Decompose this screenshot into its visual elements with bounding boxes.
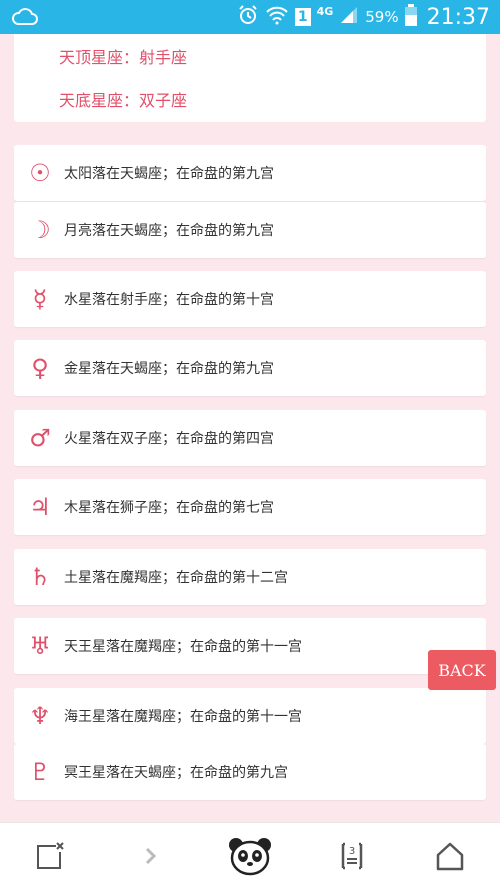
back-button[interactable]: BACK — [428, 650, 496, 690]
status-bar: 1 4G 59% 21:37 — [0, 0, 500, 34]
angles-card: 天顶星座：射手座 天底星座：双子座 — [14, 34, 486, 122]
planet-text: 冥王星落在天蝎座；在命盘的第九宫 — [64, 765, 288, 781]
planet-text: 火星落在双子座；在命盘的第四宫 — [64, 431, 274, 447]
close-page-icon[interactable] — [30, 823, 70, 889]
planet-row-saturn[interactable]: ♄ 土星落在魔羯座；在命盘的第十二宫 — [14, 549, 486, 605]
mercury-icon: ☿ — [32, 285, 48, 313]
planet-row-mercury[interactable]: ☿ 水星落在射手座；在命盘的第十宫 — [14, 271, 486, 327]
mars-icon: ♂ — [29, 424, 51, 452]
panda-home-icon[interactable] — [225, 823, 275, 889]
signal-icon — [339, 5, 359, 29]
alarm-icon — [237, 4, 259, 30]
planet-text: 金星落在天蝎座；在命盘的第九宫 — [64, 361, 274, 377]
planet-row-moon[interactable]: ☽ 月亮落在天蝎座；在命盘的第九宫 — [14, 202, 486, 258]
planet-text: 木星落在狮子座；在命盘的第七宫 — [64, 500, 274, 516]
venus-icon: ♀ — [31, 354, 49, 382]
sun-icon: ☉ — [29, 159, 51, 187]
wifi-icon — [265, 5, 289, 29]
planet-text: 土星落在魔羯座；在命盘的第十二宫 — [64, 570, 288, 586]
midheaven-sign: 天顶星座：射手座 — [59, 48, 188, 67]
sim-slot-badge: 1 — [294, 8, 311, 26]
saturn-icon: ♄ — [29, 563, 51, 591]
cloud-icon — [12, 8, 38, 30]
neptune-icon: ♆ — [29, 702, 51, 730]
planet-text: 海王星落在魔羯座；在命盘的第十一宫 — [64, 709, 302, 725]
battery-icon — [404, 4, 417, 30]
planet-row-pluto[interactable]: ♇ 冥王星落在天蝎座；在命盘的第九宫 — [14, 744, 486, 800]
battery-percent: 59% — [365, 8, 399, 26]
imum-coeli-sign: 天底星座：双子座 — [59, 91, 188, 110]
planet-text: 水星落在射手座；在命盘的第十宫 — [64, 292, 274, 308]
planet-row-uranus[interactable]: ♅ 天王星落在魔羯座；在命盘的第十一宫 — [14, 618, 486, 674]
planet-text: 太阳落在天蝎座；在命盘的第九宫 — [64, 166, 274, 182]
planet-row-sun[interactable]: ☉ 太阳落在天蝎座；在命盘的第九宫 — [14, 145, 486, 201]
planet-text: 月亮落在天蝎座；在命盘的第九宫 — [64, 223, 274, 239]
jupiter-icon: ♃ — [29, 493, 51, 521]
tabs-icon[interactable]: 3 — [332, 823, 372, 889]
moon-icon: ☽ — [29, 216, 51, 244]
planet-row-jupiter[interactable]: ♃ 木星落在狮子座；在命盘的第七宫 — [14, 479, 486, 535]
tab-count: 3 — [349, 846, 355, 857]
browser-bottom-bar: 3 — [0, 822, 500, 889]
planet-row-venus[interactable]: ♀ 金星落在天蝎座；在命盘的第九宫 — [14, 340, 486, 396]
forward-icon[interactable] — [130, 823, 170, 889]
uranus-icon: ♅ — [29, 632, 51, 660]
pluto-icon: ♇ — [29, 758, 51, 786]
chart-details-list[interactable]: 天顶星座：射手座 天底星座：双子座 ☉ 太阳落在天蝎座；在命盘的第九宫 ☽ 月亮… — [0, 34, 500, 822]
clock: 21:37 — [426, 4, 490, 30]
network-type: 4G — [316, 4, 334, 18]
planet-text: 天王星落在魔羯座；在命盘的第十一宫 — [64, 639, 302, 655]
home-icon[interactable] — [430, 823, 470, 889]
planet-row-mars[interactable]: ♂ 火星落在双子座；在命盘的第四宫 — [14, 410, 486, 466]
planet-row-neptune[interactable]: ♆ 海王星落在魔羯座；在命盘的第十一宫 — [14, 688, 486, 744]
